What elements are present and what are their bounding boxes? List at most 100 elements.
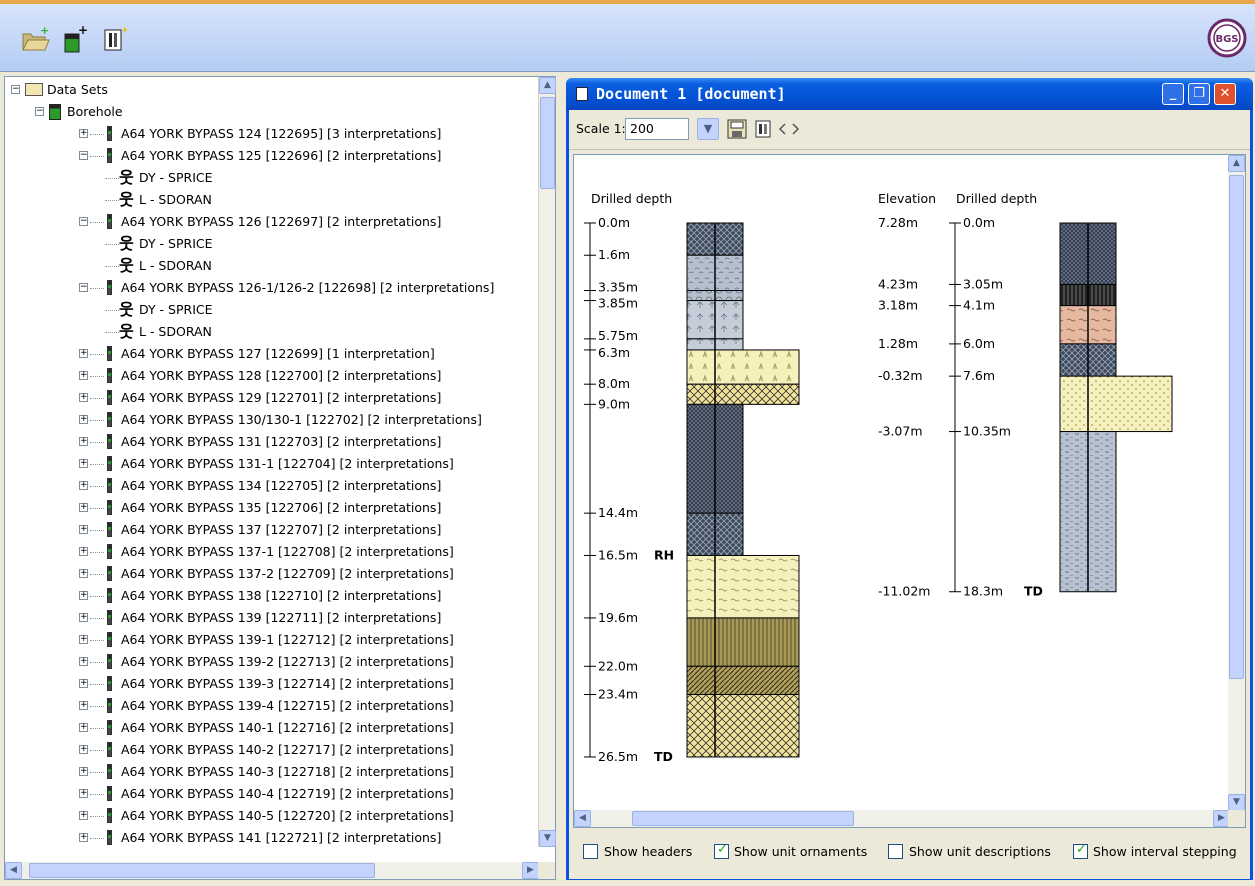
minimize-button[interactable]: _	[1162, 83, 1184, 105]
borehole-label: A64 YORK BYPASS 140-5 [122720] [2 interp…	[121, 808, 454, 823]
scroll-up-button[interactable]: ▲	[539, 77, 556, 94]
interpretation-label: L - SDORAN	[139, 192, 212, 207]
borehole-icon	[107, 126, 112, 141]
tree-horizontal-scrollbar[interactable]: ◀ ▶	[5, 862, 539, 879]
doc-vscroll-thumb[interactable]	[1229, 175, 1244, 679]
expand-expander[interactable]: +	[79, 569, 88, 578]
show-unit-descriptions-checkbox[interactable]	[888, 844, 903, 859]
expand-expander[interactable]: +	[79, 745, 88, 754]
scroll-down-button[interactable]: ▼	[539, 830, 556, 847]
expand-expander[interactable]: +	[79, 459, 88, 468]
tree-hscroll-thumb[interactable]	[29, 863, 375, 878]
doc-hscroll-thumb[interactable]	[632, 811, 854, 826]
expand-expander[interactable]: +	[79, 811, 88, 820]
folder-icon	[25, 83, 43, 96]
borehole-label: A64 YORK BYPASS 130/130-1 [122702] [2 in…	[121, 412, 482, 427]
expand-expander[interactable]: +	[79, 547, 88, 556]
collapse-expander[interactable]: −	[35, 107, 44, 116]
person-icon: 웃	[119, 234, 134, 253]
document-titlebar[interactable]: Document 1 [document] _ ❐ ✕	[566, 78, 1253, 110]
doc-scroll-up-button[interactable]: ▲	[1228, 155, 1245, 172]
borehole-icon	[107, 478, 112, 493]
tree-connector	[90, 816, 104, 817]
log2-td-label: TD	[1024, 584, 1043, 599]
borehole-icon	[107, 654, 112, 669]
borehole-icon	[107, 522, 112, 537]
borehole-label: A64 YORK BYPASS 129 [122701] [2 interpre…	[121, 390, 442, 405]
borehole-label: A64 YORK BYPASS 140-4 [122719] [2 interp…	[121, 786, 454, 801]
log-view-icon[interactable]	[753, 119, 773, 139]
borehole-label: A64 YORK BYPASS 134 [122705] [2 interpre…	[121, 478, 442, 493]
expand-expander[interactable]: +	[79, 679, 88, 688]
document-horizontal-scrollbar[interactable]: ◀ ▶	[574, 810, 1230, 827]
close-button[interactable]: ✕	[1214, 83, 1236, 105]
expand-expander[interactable]: +	[79, 393, 88, 402]
interpretation-label: DY - SPRICE	[139, 170, 213, 185]
expand-expander[interactable]: +	[79, 701, 88, 710]
scroll-left-button[interactable]: ◀	[5, 862, 22, 879]
borehole-label: A64 YORK BYPASS 135 [122706] [2 interpre…	[121, 500, 442, 515]
expand-horizontal-icon[interactable]	[777, 119, 801, 139]
new-document-icon[interactable]: ✦	[100, 24, 130, 54]
expand-expander[interactable]: +	[79, 481, 88, 490]
expand-expander[interactable]: +	[79, 129, 88, 138]
borehole-icon	[107, 500, 112, 515]
tree-scroll-thumb[interactable]	[540, 97, 555, 189]
document-vertical-scrollbar[interactable]: ▲ ▼	[1228, 155, 1245, 811]
tree-connector	[90, 684, 104, 685]
main-toolbar: + + ✦ BGS	[0, 0, 1255, 72]
show-interval-stepping-checkbox[interactable]: ✓	[1073, 842, 1088, 859]
expand-expander[interactable]: +	[79, 635, 88, 644]
show-unit-ornaments-checkbox[interactable]: ✓	[714, 842, 729, 859]
borehole-log-canvas: Drilled depth 0.0m 1.6m 3.35m 3.85m 5.75m 6.3m…	[573, 154, 1246, 828]
show-headers-checkbox[interactable]	[583, 844, 598, 859]
borehole-label: A64 YORK BYPASS 127 [122699] [1 interpre…	[121, 346, 435, 361]
tree-connector	[105, 178, 119, 179]
scale-dropdown-button[interactable]: ▼	[697, 118, 719, 140]
expand-expander[interactable]: +	[79, 657, 88, 666]
collapse-expander[interactable]: −	[79, 217, 88, 226]
log2-depth-label: 0.0m	[963, 215, 995, 230]
scale-input[interactable]: 200	[625, 118, 689, 140]
tree-connector	[105, 266, 119, 267]
scale-label: Scale 1:	[576, 121, 626, 136]
add-borehole-icon[interactable]: +	[60, 24, 90, 54]
expand-expander[interactable]: +	[79, 415, 88, 424]
show-headers-label: Show headers	[604, 844, 693, 859]
expand-expander[interactable]: +	[79, 723, 88, 732]
doc-scroll-down-button[interactable]: ▼	[1228, 794, 1245, 811]
scroll-corner	[538, 862, 555, 879]
open-folder-add-icon[interactable]: +	[20, 24, 50, 54]
expand-expander[interactable]: +	[79, 349, 88, 358]
log1-depth-label: 26.5m	[598, 749, 638, 764]
log1-unit	[686, 617, 800, 667]
scroll-right-button[interactable]: ▶	[522, 862, 539, 879]
expand-expander[interactable]: +	[79, 437, 88, 446]
expand-expander[interactable]: +	[79, 591, 88, 600]
expand-expander[interactable]: +	[79, 613, 88, 622]
restore-button[interactable]: ❐	[1188, 83, 1210, 105]
collapse-expander[interactable]: −	[79, 151, 88, 160]
borehole-group-icon	[49, 104, 61, 120]
expand-expander[interactable]: +	[79, 833, 88, 842]
data-sets-tree: − Data Sets − Borehole + A64 YORK BYPASS 124 …	[5, 77, 539, 847]
tree-connector	[90, 398, 104, 399]
expand-expander[interactable]: +	[79, 789, 88, 798]
person-icon: 웃	[119, 190, 134, 209]
collapse-expander[interactable]: −	[79, 283, 88, 292]
expand-expander[interactable]: +	[79, 503, 88, 512]
tree-connector	[90, 442, 104, 443]
tree-root-label: Data Sets	[47, 82, 108, 97]
save-icon[interactable]	[727, 119, 747, 139]
log2-column	[1059, 222, 1173, 593]
expand-expander[interactable]: +	[79, 371, 88, 380]
tree-vertical-scrollbar[interactable]: ▲ ▼	[538, 77, 556, 847]
doc-scroll-left-button[interactable]: ◀	[574, 810, 591, 827]
expand-expander[interactable]: +	[79, 525, 88, 534]
borehole-label: A64 YORK BYPASS 139-4 [122715] [2 interp…	[121, 698, 454, 713]
log1-unit	[686, 694, 800, 758]
collapse-expander[interactable]: −	[11, 85, 20, 94]
expand-expander[interactable]: +	[79, 767, 88, 776]
document-window: Document 1 [document] _ ❐ ✕ Scale 1: 200…	[566, 78, 1253, 882]
person-icon: 웃	[119, 168, 134, 187]
